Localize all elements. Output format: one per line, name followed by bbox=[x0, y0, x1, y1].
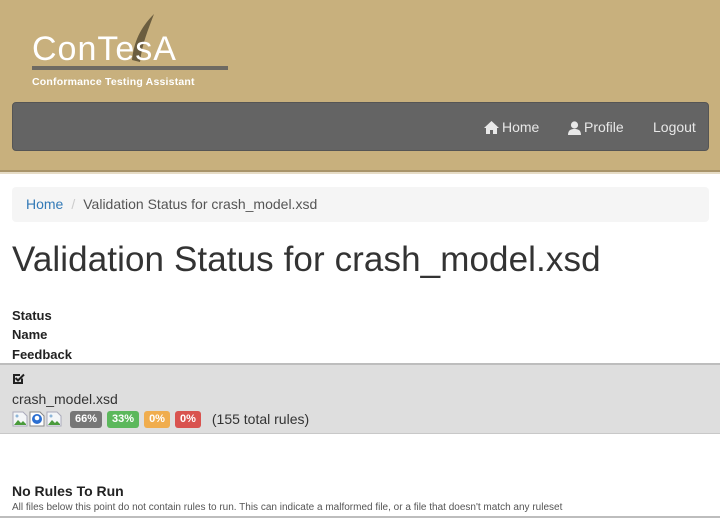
no-rules-description: All files below this point do not contai… bbox=[12, 502, 563, 513]
badge-info: 66% bbox=[70, 410, 103, 428]
nav-profile[interactable]: Profile bbox=[568, 103, 624, 152]
globe-document-icon[interactable] bbox=[29, 411, 45, 427]
breadcrumb-current: Validation Status for crash_model.xsd bbox=[83, 196, 318, 212]
file-name[interactable]: crash_model.xsd bbox=[12, 391, 118, 407]
column-header-feedback: Feedback bbox=[12, 347, 72, 362]
badge-warning: 0% bbox=[144, 410, 170, 428]
no-rules-divider bbox=[0, 516, 720, 518]
badge-success: 33% bbox=[107, 410, 140, 428]
badge-error: 0% bbox=[174, 410, 201, 428]
total-rules: (155 total rules) bbox=[211, 411, 310, 427]
nav-profile-label: Profile bbox=[584, 119, 624, 135]
logo-title: ConTesA bbox=[32, 30, 177, 68]
breadcrumb-home[interactable]: Home bbox=[26, 196, 63, 212]
breadcrumb-separator: / bbox=[71, 196, 76, 212]
navbar: Home Profile Logout bbox=[12, 102, 709, 151]
broken-image-icon[interactable] bbox=[46, 411, 62, 427]
column-header-name: Name bbox=[12, 327, 48, 342]
home-icon bbox=[484, 121, 499, 134]
column-header-status: Status bbox=[12, 308, 52, 323]
broken-image-icon[interactable] bbox=[12, 411, 28, 427]
logo-subtitle: Conformance Testing Assistant bbox=[32, 76, 195, 88]
feedback-cell: 66% 33% 0% 0% (155 total rules) bbox=[12, 410, 309, 428]
user-icon bbox=[568, 120, 581, 135]
nav-home[interactable]: Home bbox=[484, 103, 539, 152]
contesa-logo[interactable]: ConTesA Conformance Testing Assistant bbox=[30, 8, 230, 92]
header-edge bbox=[0, 172, 720, 174]
nav-logout-label: Logout bbox=[653, 119, 696, 135]
nav-home-label: Home bbox=[502, 119, 540, 135]
breadcrumb: Home / Validation Status for crash_model.x… bbox=[12, 187, 709, 222]
table-row[interactable]: crash_model.xsd 66% 33% 0% 0% (155 total… bbox=[0, 365, 720, 434]
checked-box-icon bbox=[13, 373, 25, 384]
nav-logout[interactable]: Logout bbox=[653, 103, 696, 152]
no-rules-title: No Rules To Run bbox=[12, 483, 124, 499]
page-title: Validation Status for crash_model.xsd bbox=[12, 240, 601, 279]
